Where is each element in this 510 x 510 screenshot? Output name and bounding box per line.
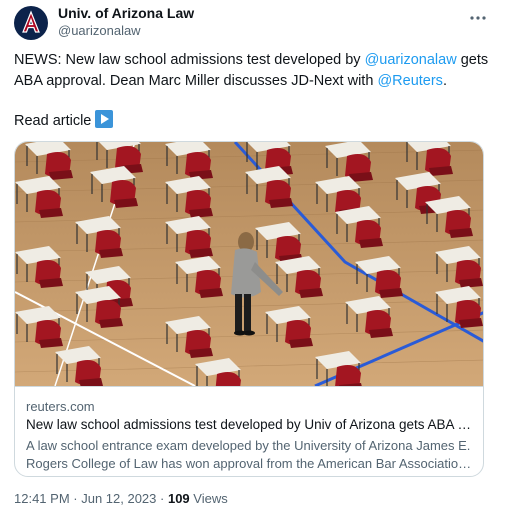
card-image[interactable] <box>15 142 484 386</box>
card-title[interactable]: New law school admissions test developed… <box>26 417 474 432</box>
display-name[interactable]: Univ. of Arizona Law <box>58 4 194 22</box>
read-article-line: Read article <box>14 110 114 132</box>
tweet-text-part: . <box>442 73 447 89</box>
meta-separator: · <box>69 491 82 506</box>
handle[interactable]: @uarizonalaw <box>58 22 194 40</box>
card-description-line: Rogers College of Law has won approval f… <box>26 456 474 471</box>
card-description: A law school entrance exam developed by … <box>26 437 474 473</box>
card-description-line: A law school entrance exam developed by … <box>26 438 471 453</box>
arizona-a-logo-icon <box>22 10 40 33</box>
card-domain: reuters.com <box>26 399 95 414</box>
more-options-icon[interactable] <box>468 8 488 28</box>
card-body[interactable]: reuters.com New law school admissions te… <box>15 386 483 476</box>
play-arrow-icon[interactable] <box>95 110 114 128</box>
link-card[interactable]: reuters.com New law school admissions te… <box>14 141 484 477</box>
tweet-header: Univ. of Arizona Law @uarizonalaw <box>14 4 496 44</box>
tweet-text: NEWS: New law school admissions test dev… <box>14 50 494 92</box>
mention-reuters-link[interactable]: @Reuters <box>377 73 443 89</box>
mention-uarizonalaw-link[interactable]: @uarizonalaw <box>365 52 457 68</box>
tweet-time[interactable]: 12:41 PM <box>14 491 70 506</box>
meta-separator: · <box>156 491 168 506</box>
tweet-meta: 12:41 PM · Jun 12, 2023 · 109 Views <box>14 491 228 506</box>
views-label: Views <box>189 491 228 506</box>
views-count: 109 <box>167 491 190 506</box>
read-article-text: Read article <box>14 113 92 129</box>
tweet-text-part: NEWS: New law school admissions test dev… <box>14 52 365 68</box>
tweet-date[interactable]: Jun 12, 2023 <box>81 491 156 506</box>
account-names: Univ. of Arizona Law @uarizonalaw <box>58 4 194 40</box>
avatar[interactable] <box>14 6 48 40</box>
